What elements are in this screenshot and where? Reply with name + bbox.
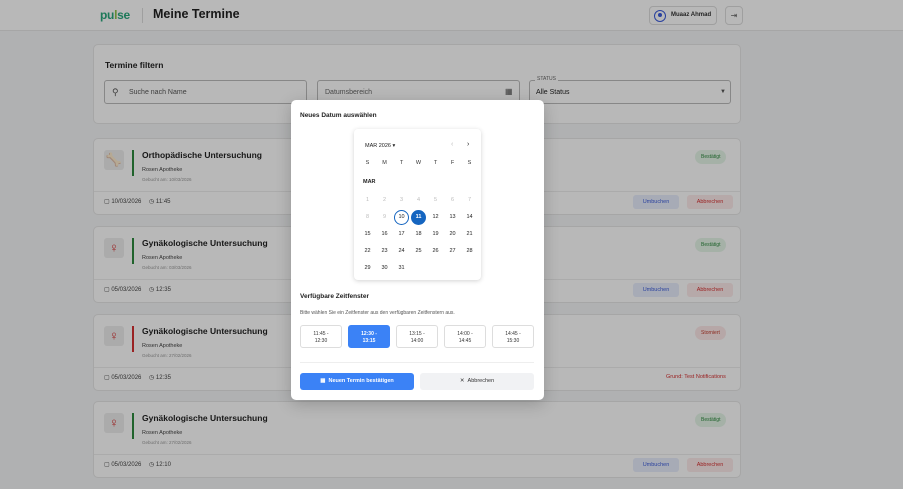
- time-slot-button[interactable]: 11:45 -12:30: [300, 325, 342, 348]
- calendar-day: 3: [399, 197, 404, 203]
- confirm-label: Neuen Termin bestätigen: [328, 378, 394, 384]
- confirm-new-appointment-button[interactable]: ▦ Neuen Termin bestätigen: [300, 373, 414, 390]
- reschedule-dialog: Neues Datum auswählen MAR 2026 ▾ ‹ › MAR…: [291, 100, 544, 400]
- weekday-header: S: [467, 160, 472, 166]
- calendar-day[interactable]: 30: [377, 261, 392, 276]
- time-slot-button[interactable]: 14:45 -15:30: [492, 325, 534, 348]
- calendar-day: 5: [433, 197, 438, 203]
- caret-down-icon: ▾: [392, 143, 396, 149]
- calendar-day[interactable]: 13: [445, 210, 460, 225]
- abort-label: Abbrechen: [467, 378, 495, 384]
- calendar-day[interactable]: 29: [360, 261, 375, 276]
- time-slots-title: Verfügbare Zeitfenster: [300, 293, 369, 300]
- calendar-day: 2: [382, 197, 387, 203]
- calendar-day[interactable]: 27: [445, 244, 460, 259]
- calendar-day: 6: [450, 197, 455, 203]
- close-icon: ✕: [459, 378, 465, 384]
- calendar-day[interactable]: 22: [360, 244, 375, 259]
- abort-button[interactable]: ✕ Abbrechen: [420, 373, 534, 390]
- next-month-icon[interactable]: ›: [467, 141, 469, 148]
- calendar-day[interactable]: 19: [428, 227, 443, 242]
- month-year-switcher[interactable]: MAR 2026 ▾: [365, 143, 395, 149]
- dialog-divider: [300, 362, 534, 363]
- calendar-day[interactable]: 11: [411, 210, 426, 225]
- calendar-day[interactable]: 10: [394, 210, 409, 225]
- calendar-day[interactable]: 16: [377, 227, 392, 242]
- time-slot-button[interactable]: 13:15 -14:00: [396, 325, 438, 348]
- calendar-day[interactable]: 14: [462, 210, 477, 225]
- date-picker-calendar: MAR 2026 ▾ ‹ › MAR S M T W T F S 1 2 3 4 5 6 7 8 9 10 11 1…: [354, 129, 481, 280]
- calendar-day: 1: [365, 197, 370, 203]
- time-slot-start: 12:30 -: [361, 331, 377, 337]
- time-slot-end: 12:30: [314, 338, 328, 344]
- calendar-day[interactable]: 20: [445, 227, 460, 242]
- calendar-day: 7: [467, 197, 472, 203]
- time-slot-start: 13:15 -: [409, 331, 425, 337]
- weekday-header: T: [399, 160, 404, 166]
- calendar-day[interactable]: 26: [428, 244, 443, 259]
- calendar-day[interactable]: 17: [394, 227, 409, 242]
- calendar-day[interactable]: 18: [411, 227, 426, 242]
- weekday-header: F: [450, 160, 455, 166]
- weekday-header: M: [382, 160, 387, 166]
- calendar-day[interactable]: 15: [360, 227, 375, 242]
- time-slot-start: 14:00 -: [457, 331, 473, 337]
- time-slot-button[interactable]: 12:30 -13:15: [348, 325, 390, 348]
- time-slot-start: 11:45 -: [313, 331, 329, 337]
- dialog-title: Neues Datum auswählen: [300, 112, 377, 119]
- calendar-month-label: MAR: [363, 179, 376, 185]
- weekday-header: S: [365, 160, 370, 166]
- calendar-day: 9: [382, 214, 387, 220]
- previous-month-icon[interactable]: ‹: [451, 141, 453, 148]
- calendar-day[interactable]: 28: [462, 244, 477, 259]
- time-slot-end: 14:00: [410, 338, 424, 344]
- calendar-day: 4: [416, 197, 421, 203]
- time-slot-end: 14:45: [458, 338, 472, 344]
- time-slot-start: 14:45 -: [505, 331, 521, 337]
- calendar-day[interactable]: 21: [462, 227, 477, 242]
- calendar-day: 8: [365, 214, 370, 220]
- time-slot-end: 15:30: [506, 338, 520, 344]
- calendar-day[interactable]: 31: [394, 261, 409, 276]
- calendar-day[interactable]: 25: [411, 244, 426, 259]
- month-year-label: MAR 2026: [365, 143, 391, 149]
- time-slots-hint: Bitte wählen Sie ein Zeitfenster aus den…: [300, 310, 455, 316]
- time-slot-end: 13:15: [362, 338, 376, 344]
- calendar-day[interactable]: 23: [377, 244, 392, 259]
- calendar-check-icon: ▦: [320, 378, 326, 384]
- calendar-day[interactable]: 12: [428, 210, 443, 225]
- weekday-header: W: [415, 160, 422, 166]
- time-slot-button[interactable]: 14:00 -14:45: [444, 325, 486, 348]
- weekday-header: T: [433, 160, 438, 166]
- calendar-day[interactable]: 24: [394, 244, 409, 259]
